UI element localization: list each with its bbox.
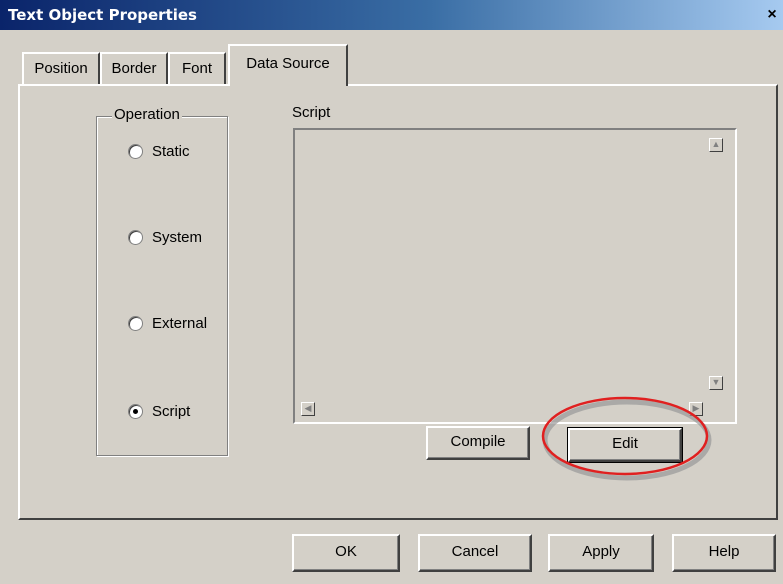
radio-selected-dot [133, 408, 138, 414]
scroll-right-arrow-icon[interactable]: ▶ [689, 402, 703, 416]
radio-script[interactable]: Script [128, 400, 190, 422]
scroll-down-arrow-icon[interactable]: ▼ [709, 376, 723, 390]
radio-system[interactable]: System [128, 226, 202, 248]
tab-position[interactable]: Position [22, 52, 100, 84]
close-button[interactable]: × [763, 5, 781, 25]
tab-border[interactable]: Border [100, 52, 168, 84]
tab-position-label: Position [34, 60, 88, 77]
help-button-label: Help [708, 543, 740, 560]
operation-group-label: Operation [112, 106, 182, 123]
title-bar: Text Object Properties × [0, 0, 783, 30]
radio-script-circle[interactable] [128, 403, 143, 419]
tab-data-source[interactable]: Data Source [228, 44, 348, 86]
scroll-up-arrow-icon[interactable]: ▲ [709, 138, 723, 152]
tab-data-source-label: Data Source [246, 55, 330, 72]
compile-button-label: Compile [450, 433, 506, 450]
edit-button[interactable]: Edit [567, 427, 683, 463]
window-title: Text Object Properties [8, 6, 197, 24]
tab-font-label: Font [181, 60, 212, 77]
radio-static-circle[interactable] [128, 143, 143, 159]
radio-external-circle[interactable] [128, 315, 143, 331]
radio-system-label: System [152, 228, 203, 246]
cancel-button-label: Cancel [451, 543, 499, 560]
scroll-left-arrow-icon[interactable]: ◀ [301, 402, 315, 416]
cancel-button[interactable]: Cancel [418, 534, 532, 572]
tab-font[interactable]: Font [168, 52, 226, 84]
radio-system-circle[interactable] [128, 229, 143, 245]
vertical-scrollbar[interactable]: ▲ ▼ [705, 130, 735, 396]
compile-button[interactable]: Compile [426, 426, 530, 460]
radio-script-label: Script [152, 402, 191, 420]
horizontal-scrollbar[interactable]: ◀ ▶ [295, 396, 707, 422]
tab-border-label: Border [111, 60, 157, 77]
apply-button-label: Apply [582, 543, 620, 560]
radio-static[interactable]: Static [128, 140, 190, 162]
radio-static-label: Static [152, 142, 190, 160]
help-button[interactable]: Help [672, 534, 776, 572]
ok-button[interactable]: OK [292, 534, 400, 572]
script-textarea[interactable]: ▲ ▼ ◀ ▶ [293, 128, 737, 424]
radio-external-label: External [152, 314, 208, 332]
script-label: Script [292, 104, 331, 121]
apply-button[interactable]: Apply [548, 534, 654, 572]
radio-external[interactable]: External [128, 312, 207, 334]
edit-button-label: Edit [612, 435, 638, 452]
ok-button-label: OK [335, 543, 357, 560]
